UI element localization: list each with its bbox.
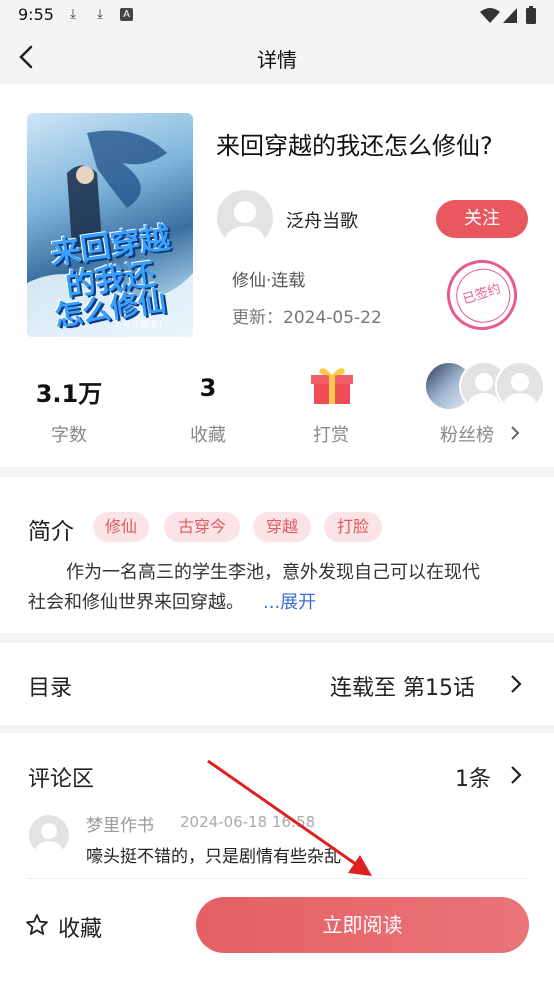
toc-status: 连载至 第15话: [330, 676, 475, 701]
download-icon: ⤓: [97, 7, 103, 22]
commenter-name: 梦里作书: [86, 816, 154, 836]
follow-button[interactable]: 关注: [436, 200, 528, 238]
notification-a-icon: A: [120, 8, 133, 21]
tag[interactable]: 穿越: [253, 512, 311, 542]
word-count-value: 3.1万: [35, 380, 103, 408]
comments-heading: 评论区: [28, 767, 95, 792]
annotation-arrow-icon: [207, 759, 372, 876]
favorites-label: 收藏: [190, 425, 226, 446]
read-now-button[interactable]: 立即阅读: [196, 897, 529, 953]
toc-heading: 目录: [28, 676, 73, 701]
favorites-value: 3: [199, 374, 217, 402]
book-title: 来回穿越的我还怎么修仙?: [216, 132, 493, 160]
author-name[interactable]: 泛舟当歌: [286, 207, 358, 233]
chevron-right-icon: [511, 675, 522, 693]
update-date: 更新：2024-05-22: [232, 308, 382, 328]
genre-status: 修仙·连载: [232, 271, 306, 291]
intro-heading: 简介: [28, 519, 74, 545]
fan-avatar[interactable]: [495, 361, 545, 411]
tag[interactable]: 打脸: [324, 512, 382, 542]
download-icon: ⤓: [70, 7, 76, 22]
favorite-button[interactable]: 收藏: [58, 911, 102, 943]
wifi-icon: [480, 8, 500, 23]
comments-count[interactable]: 1条: [455, 761, 491, 793]
signal-icon: [503, 8, 517, 23]
page-title: 详情: [257, 48, 297, 72]
intro-text: 作为一名高三的学生李池，意外发现自己可以在现代: [66, 562, 480, 583]
chevron-right-icon[interactable]: [510, 765, 522, 785]
status-bar: [0, 0, 554, 30]
author-avatar[interactable]: [215, 188, 275, 248]
book-cover[interactable]: 来回穿越 的我还 怎么修仙 泛舟当歌[著]: [27, 113, 193, 337]
word-count-label: 字数: [51, 425, 87, 446]
status-time: 9:55: [18, 5, 54, 24]
commenter-avatar[interactable]: [27, 813, 71, 857]
tag[interactable]: 古穿今: [164, 512, 240, 542]
tip-label[interactable]: 打赏: [281, 421, 381, 447]
battery-icon: [526, 6, 536, 24]
star-icon[interactable]: [25, 913, 49, 937]
cover-author: 泛舟当歌[著]: [115, 320, 162, 329]
intro-text: 社会和修仙世界来回穿越。: [28, 592, 244, 613]
expand-link[interactable]: ...展开: [263, 588, 316, 614]
gift-icon[interactable]: [311, 366, 353, 406]
fans-rank-label[interactable]: 粉丝榜: [440, 421, 510, 447]
chevron-right-icon: [511, 426, 520, 440]
tag[interactable]: 修仙: [93, 512, 149, 542]
